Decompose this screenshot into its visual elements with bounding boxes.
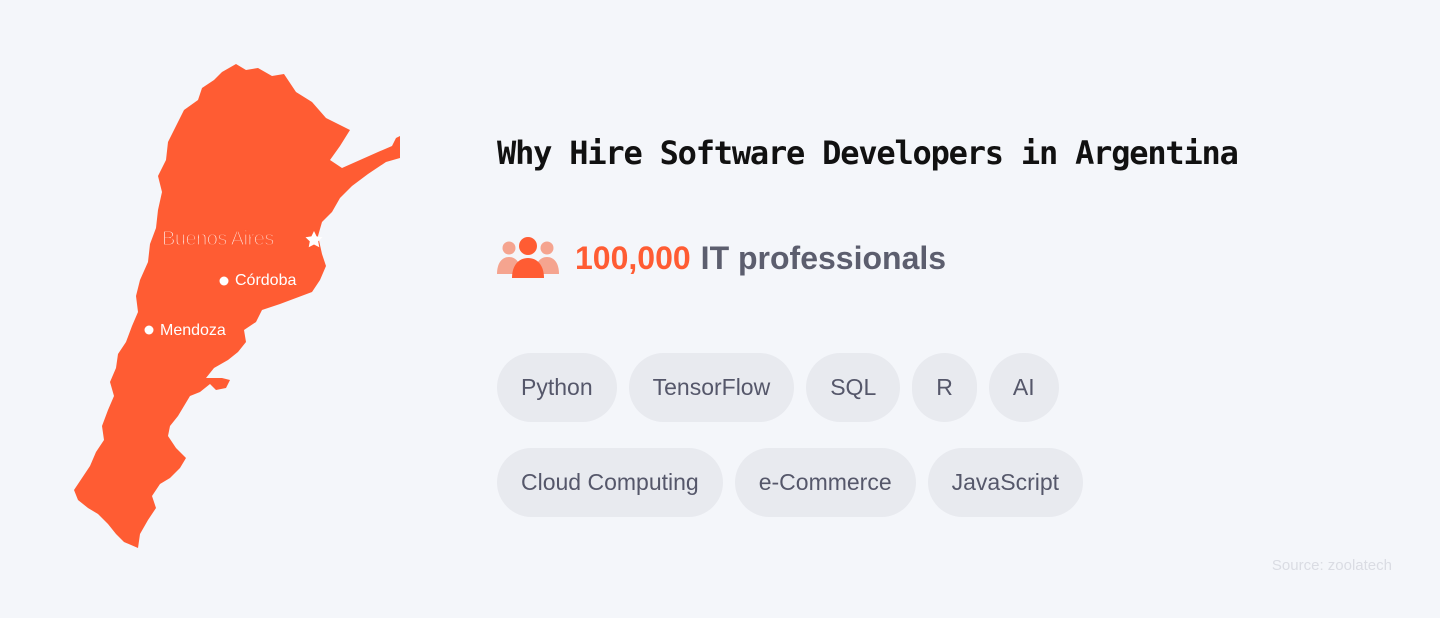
tag-tensorflow[interactable]: TensorFlow [628,353,795,422]
tag-e-commerce[interactable]: e-Commerce [734,448,916,517]
stat-label: IT professionals [700,239,947,276]
page-title: Why Hire Software Developers in Argentin… [497,134,1239,172]
people-group-icon [497,237,559,278]
argentina-map-shape [74,64,400,548]
tag-cloud-computing[interactable]: Cloud Computing [497,448,723,517]
cordoba-marker [219,276,229,286]
mendoza-marker [144,325,154,335]
stat-number: 100,000 [575,239,691,276]
source-note: Source: zoolatech [1271,557,1392,574]
stat-row: 100,000 IT professionals [497,232,946,284]
tag-r[interactable]: R [912,353,977,422]
city-label-mendoza: Mendoza [160,322,226,339]
city-label-cordoba: Córdoba [235,272,297,289]
tag-python[interactable]: Python [497,353,617,422]
skill-tags: Python TensorFlow SQL R AI Cloud Computi… [497,353,1157,517]
capital-label: Buenos Aires [161,227,275,250]
tag-sql[interactable]: SQL [806,353,901,422]
tag-javascript[interactable]: JavaScript [927,448,1084,517]
tag-ai[interactable]: AI [988,353,1059,422]
argentina-map: Buenos Aires Córdoba Mendoza [0,0,420,613]
